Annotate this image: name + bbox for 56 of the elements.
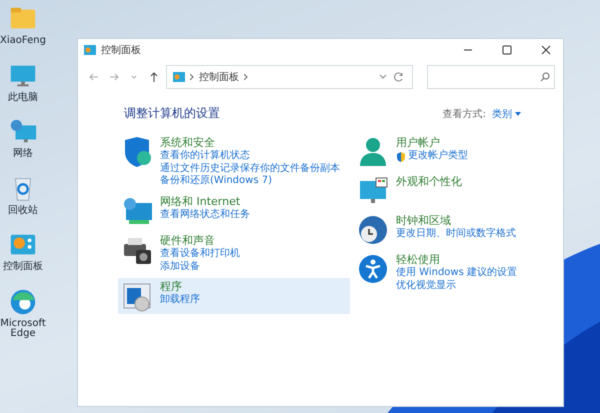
desktop-icon-label: Microsoft Edge: [0, 318, 46, 340]
desktop-icon-label: 此电脑: [8, 92, 38, 103]
category-item[interactable]: 网络和 Internet 查看网络状态和任务: [118, 192, 350, 229]
view-by-dropdown[interactable]: 类别: [486, 106, 521, 120]
caret-icon: [131, 75, 137, 79]
category-item[interactable]: 外观和个性化: [354, 173, 544, 209]
category-link[interactable]: 卸载程序: [160, 294, 200, 307]
chevron-icon: [244, 74, 248, 80]
control-panel-icon: [84, 45, 96, 55]
category-title-link[interactable]: 系统和安全: [160, 136, 340, 150]
breadcrumb-item[interactable]: 控制面板: [199, 70, 239, 84]
category-link[interactable]: 备份和还原(Windows 7): [160, 175, 272, 188]
category-item[interactable]: 轻松使用 使用 Windows 建议的设置 优化视觉显示: [354, 251, 544, 294]
category-item[interactable]: 时钟和区域 更改日期、时间或数字格式: [354, 212, 544, 248]
close-icon: [541, 45, 551, 55]
category-link[interactable]: 查看设备和打印机: [160, 248, 240, 261]
category-item[interactable]: 系统和安全 查看你的计算机状态 通过文件历史记录保存你的文件备份副本 备份和还原(Windows 7): [118, 134, 350, 190]
category-link[interactable]: 查看你的计算机状态: [160, 150, 250, 163]
page-heading: 调整计算机的设置: [124, 105, 221, 122]
category-title-link[interactable]: 外观和个性化: [396, 175, 462, 190]
category-item[interactable]: 硬件和声音 查看设备和打印机 添加设备: [118, 232, 350, 276]
category-title-link[interactable]: 程序: [160, 280, 200, 294]
window-title: 控制面板: [101, 44, 142, 57]
forward-arrow-icon: [109, 73, 119, 81]
category-link[interactable]: 添加设备: [160, 260, 200, 274]
category-title-link[interactable]: 轻松使用: [396, 253, 517, 268]
category-link[interactable]: 优化视觉显示: [396, 280, 456, 292]
category-link[interactable]: 使用 Windows 建议的设置: [396, 267, 517, 280]
search-icon: [540, 72, 550, 82]
category-item[interactable]: 用户帐户 更改帐户类型: [354, 134, 544, 170]
maximize-icon: [502, 45, 512, 55]
caret-icon: [515, 112, 521, 116]
view-by-label: 查看方式:: [442, 108, 486, 120]
category-link[interactable]: 查看网络状态和任务: [160, 209, 250, 222]
desktop-icon-label: 网络: [13, 149, 33, 160]
category-link[interactable]: 更改日期、时间或数字格式: [396, 228, 516, 241]
user-category-icon: [357, 136, 389, 168]
desktop-icon-label: 回收站: [8, 206, 38, 216]
access-category-icon: [357, 253, 389, 285]
control-panel-icon: [173, 72, 185, 82]
chevron-icon: [190, 74, 194, 80]
address-bar[interactable]: 控制面板: [166, 65, 413, 89]
back-arrow-icon: [89, 73, 99, 81]
category-title-link[interactable]: 用户帐户: [396, 136, 468, 150]
search-field[interactable]: [427, 65, 555, 89]
category-title-link[interactable]: 网络和 Internet: [160, 194, 250, 210]
category-title-link[interactable]: 硬件和声音: [160, 234, 240, 248]
category-title-link[interactable]: 时钟和区域: [396, 214, 516, 228]
desktop-icon-label: XiaoFeng: [0, 36, 46, 46]
clock-category-icon: [357, 214, 389, 246]
category-link[interactable]: 通过文件历史记录保存你的文件备份副本: [160, 162, 340, 176]
up-arrow-icon: [150, 72, 158, 82]
desktop-icon-label: 控制面板: [3, 262, 43, 272]
category-link[interactable]: 更改帐户类型: [408, 150, 468, 163]
dropdown-icon[interactable]: [379, 74, 387, 80]
category-item[interactable]: 程序 卸载程序: [118, 278, 350, 314]
